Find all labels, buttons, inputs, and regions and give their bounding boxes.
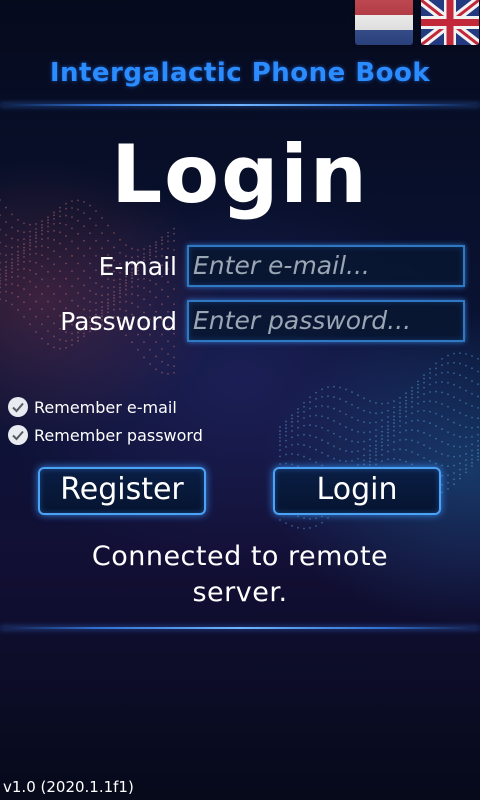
version-label: v1.0 (2020.1.1f1) bbox=[3, 778, 134, 796]
register-button[interactable]: Register bbox=[38, 467, 206, 515]
remember-password-label: Remember password bbox=[34, 425, 203, 445]
remember-password-option[interactable]: Remember password bbox=[8, 425, 203, 445]
password-field[interactable] bbox=[187, 300, 465, 342]
password-input[interactable] bbox=[193, 306, 459, 336]
password-label: Password bbox=[60, 307, 177, 336]
remember-email-label: Remember e-mail bbox=[34, 397, 177, 417]
remember-password-checkbox[interactable] bbox=[8, 425, 28, 445]
login-button[interactable]: Login bbox=[273, 467, 441, 515]
email-label: E-mail bbox=[98, 252, 177, 281]
remember-email-checkbox[interactable] bbox=[8, 397, 28, 417]
footer-divider bbox=[0, 627, 480, 629]
uk-flag-icon[interactable] bbox=[421, 0, 479, 45]
header-divider bbox=[0, 104, 480, 106]
page-title: Login bbox=[111, 128, 369, 221]
checkmark-icon bbox=[12, 430, 24, 441]
email-field[interactable] bbox=[187, 245, 465, 287]
connection-status: Connected to remote server. bbox=[91, 541, 389, 608]
remember-email-option[interactable]: Remember e-mail bbox=[8, 397, 177, 417]
checkmark-icon bbox=[12, 402, 24, 413]
app-title: Intergalactic Phone Book bbox=[49, 58, 431, 88]
email-input[interactable] bbox=[193, 251, 459, 281]
dutch-flag-icon[interactable] bbox=[355, 0, 413, 45]
